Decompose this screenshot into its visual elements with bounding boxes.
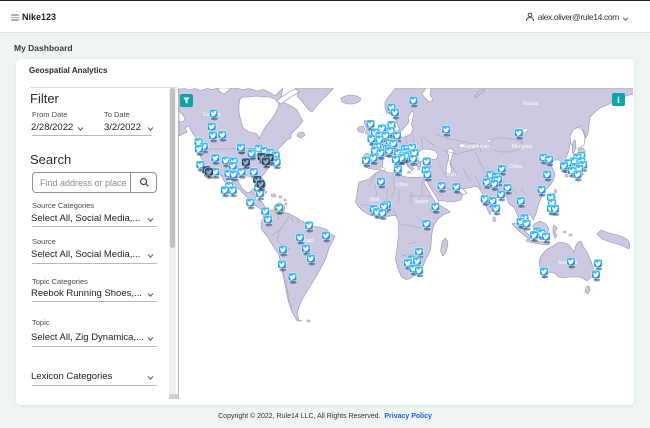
svg-text:Russia: Russia bbox=[523, 101, 539, 107]
svg-text:Sudan: Sudan bbox=[414, 199, 429, 205]
svg-text:i: i bbox=[617, 96, 620, 106]
svg-text:Libya: Libya bbox=[396, 182, 408, 188]
svg-text:Mongolia: Mongolia bbox=[512, 144, 533, 150]
svg-text:China: China bbox=[509, 164, 522, 170]
svg-text:Iran: Iran bbox=[447, 172, 456, 178]
svg-text:Kazakhstan: Kazakhstan bbox=[463, 144, 489, 150]
svg-text:Mali: Mali bbox=[370, 197, 379, 203]
